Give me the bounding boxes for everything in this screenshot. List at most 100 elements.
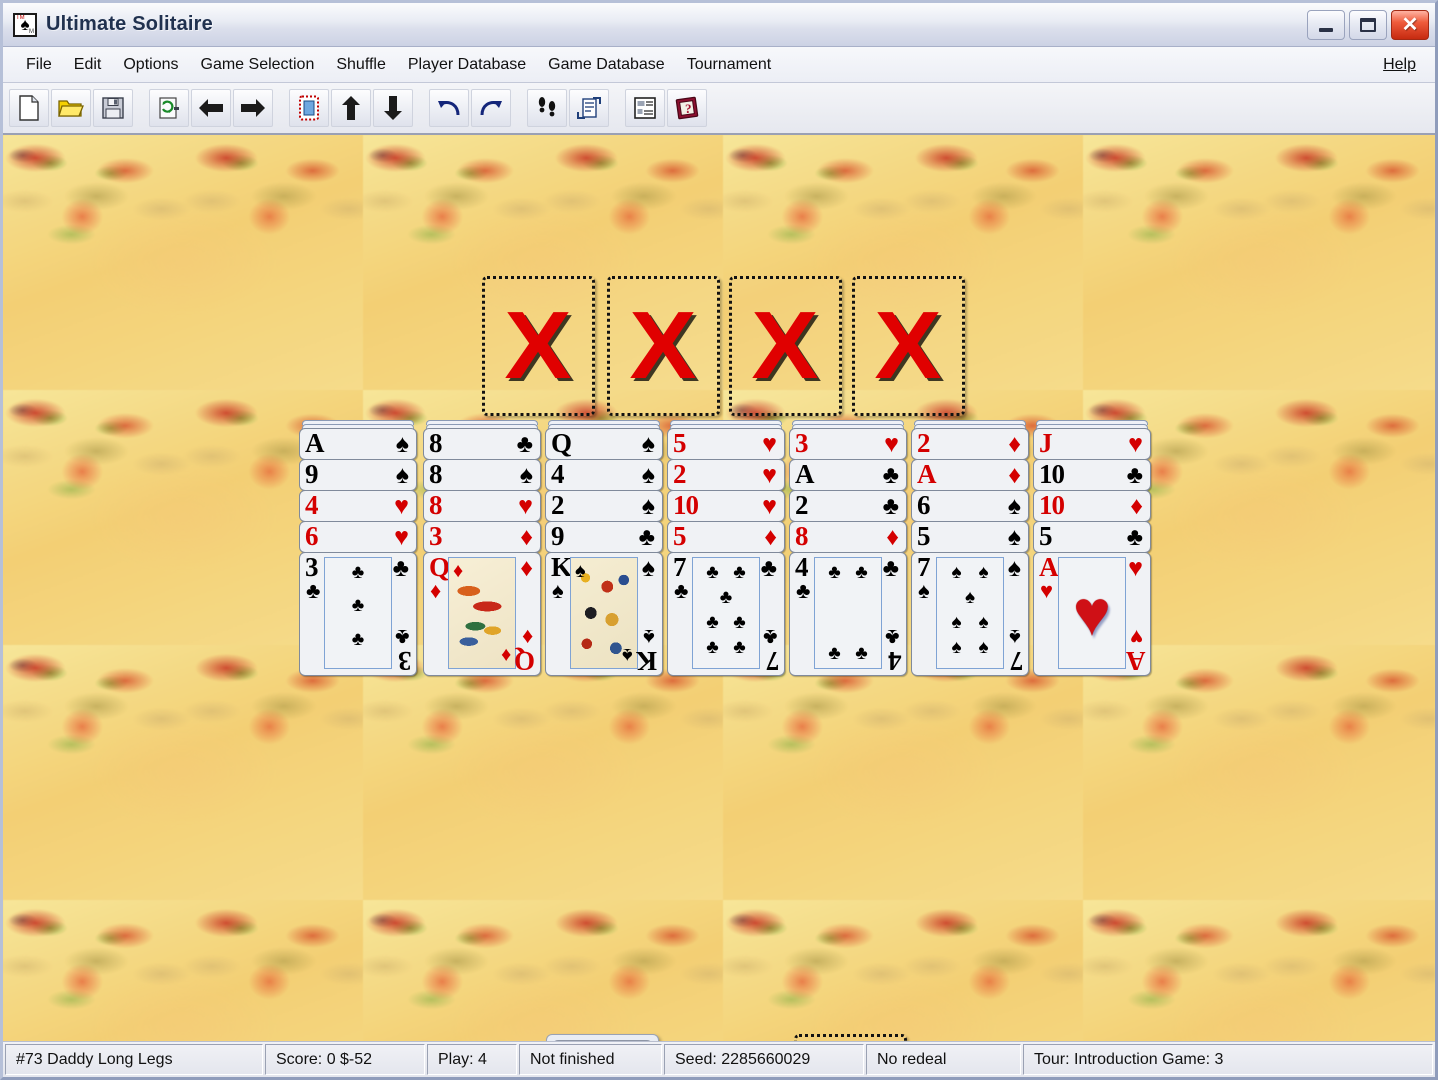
tableau-card[interactable]: 10 ♦ (1033, 490, 1151, 522)
stock-pile[interactable] (546, 1034, 659, 1041)
hint-button[interactable] (527, 89, 567, 127)
tableau-card[interactable]: A ♦ (911, 459, 1029, 491)
statistics-button[interactable] (625, 89, 665, 127)
tableau-card[interactable]: Q ♠ (545, 428, 663, 460)
tableau-card[interactable]: 2 ♠ (545, 490, 663, 522)
redo-button[interactable] (471, 89, 511, 127)
foundation-1[interactable]: X (482, 276, 595, 416)
x-marker-icon: X (629, 292, 698, 399)
card-rank: 10 (1039, 459, 1065, 489)
card-pip: ♣ (706, 562, 719, 583)
tableau-column-1[interactable]: A ♠ 9 ♠ 4 ♥ 6 ♥ 3 ♣ ♣ ♣ ♣ ♣ ♣ 3 (299, 420, 417, 676)
tableau-card-top[interactable]: 3 ♣ ♣ ♣ ♣ ♣ ♣ 3 (299, 552, 417, 676)
foundation-3[interactable]: X (729, 276, 842, 416)
save-game-button[interactable] (93, 89, 133, 127)
tableau-card[interactable]: A ♠ (299, 428, 417, 460)
menu-item-options[interactable]: Options (112, 52, 189, 78)
toolbar-separator (513, 89, 525, 127)
tableau-card[interactable]: 8 ♥ (423, 490, 541, 522)
tableau-card[interactable]: 2 ♣ (789, 490, 907, 522)
maximize-button[interactable] (1349, 9, 1387, 40)
tableau-card[interactable]: 5 ♦ (667, 521, 785, 553)
card-suit: ♥ (518, 492, 533, 520)
card-suit: ♦ (520, 523, 533, 551)
tableau-card[interactable]: 5 ♥ (667, 428, 785, 460)
tableau-card[interactable]: 9 ♠ (299, 459, 417, 491)
tableau-card-top[interactable]: 4 ♣ ♣ ♣ ♣ ♣ ♣ ♣ 4 (789, 552, 907, 676)
card-suit: ♣ (1126, 523, 1143, 551)
tableau-card[interactable]: 10 ♣ (1033, 459, 1151, 491)
card-rank: Q (551, 428, 572, 458)
tableau-column-7[interactable]: J ♥ 10 ♣ 10 ♦ 5 ♣ A ♥ ♥ ♥ ♥ A (1033, 420, 1151, 676)
tableau-card[interactable]: 8 ♣ (423, 428, 541, 460)
tableau-card[interactable]: 9 ♣ (545, 521, 663, 553)
undo-button[interactable] (429, 89, 469, 127)
tableau-card-top[interactable]: K ♠ ♠ ♠ ♠ ♠ K (545, 552, 663, 676)
card-pip: ♠ (951, 637, 962, 658)
previous-game-button[interactable] (191, 89, 231, 127)
tableau-column-3[interactable]: Q ♠ 4 ♠ 2 ♠ 9 ♣ K ♠ ♠ ♠ ♠ ♠ K (545, 420, 663, 676)
tableau-column-6[interactable]: 2 ♦ A ♦ 6 ♠ 5 ♠ 7 ♠ ♠ ♠ ♠ ♠ ♠ ♠ ♠ ♠ ♠ 7 (911, 420, 1029, 676)
resize-window-button[interactable] (569, 89, 609, 127)
menu-item-tournament[interactable]: Tournament (676, 52, 783, 78)
tableau-card[interactable]: 2 ♥ (667, 459, 785, 491)
next-game-button[interactable] (233, 89, 273, 127)
application-window: TM ♠ M Ultimate Solitaire ✕ File Edit Op… (0, 0, 1438, 1080)
tableau-card[interactable]: 2 ♦ (911, 428, 1029, 460)
card-pip: ♣ (719, 587, 733, 608)
foundation-4[interactable]: X (852, 276, 965, 416)
open-game-button[interactable] (51, 89, 91, 127)
tableau-card[interactable]: 6 ♠ (911, 490, 1029, 522)
game-table[interactable]: X X X X A ♠ 9 ♠ 4 ♥ 6 ♥ 3 ♣ ♣ ♣ ♣ ♣ ♣ 3 … (3, 135, 1435, 1041)
tableau-card[interactable]: 4 ♥ (299, 490, 417, 522)
foundation-2[interactable]: X (607, 276, 720, 416)
menu-item-help[interactable]: Help (1372, 52, 1427, 78)
tableau-card[interactable]: 10 ♥ (667, 490, 785, 522)
tableau-card[interactable]: 3 ♦ (423, 521, 541, 553)
card-pip: ♣ (351, 628, 365, 650)
tableau-column-5[interactable]: 3 ♥ A ♣ 2 ♣ 8 ♦ 4 ♣ ♣ ♣ ♣ ♣ ♣ ♣ 4 (789, 420, 907, 676)
tableau-card[interactable]: J ♥ (1033, 428, 1151, 460)
tableau-card[interactable]: 4 ♠ (545, 459, 663, 491)
tableau-column-4[interactable]: 5 ♥ 2 ♥ 10 ♥ 5 ♦ 7 ♣ ♣ ♣ ♣ ♣ ♣ ♣ ♣ ♣ ♣ 7 (667, 420, 785, 676)
card-pip: ♣ (855, 643, 868, 664)
restart-deal-button[interactable] (149, 89, 189, 127)
card-rank: 3 (795, 428, 808, 458)
tableau-card[interactable]: 5 ♣ (1033, 521, 1151, 553)
card-suit-bottom: ♣ (762, 625, 777, 650)
menu-item-player-database[interactable]: Player Database (397, 52, 537, 78)
tableau-card-top[interactable]: Q ♦ ♦ ♦ ♦ ♦ Q (423, 552, 541, 676)
tableau-card-top[interactable]: A ♥ ♥ ♥ ♥ A (1033, 552, 1151, 676)
card-rank: 2 (673, 459, 686, 489)
stock-card-back (546, 1034, 659, 1041)
minimize-button[interactable] (1307, 9, 1345, 40)
menu-item-shuffle[interactable]: Shuffle (325, 52, 397, 78)
menu-item-file[interactable]: File (15, 52, 63, 78)
card-rank: 5 (673, 428, 686, 458)
card-rank: J (1039, 428, 1052, 458)
card-rank: 6 (305, 521, 318, 551)
menu-item-game-database[interactable]: Game Database (537, 52, 676, 78)
tableau-card[interactable]: A ♣ (789, 459, 907, 491)
tableau-column-2[interactable]: 8 ♣ 8 ♠ 8 ♥ 3 ♦ Q ♦ ♦ ♦ ♦ ♦ Q (423, 420, 541, 676)
tableau-card[interactable]: 8 ♠ (423, 459, 541, 491)
menu-item-game-selection[interactable]: Game Selection (190, 52, 326, 78)
close-button[interactable]: ✕ (1391, 9, 1429, 40)
move-up-button[interactable] (331, 89, 371, 127)
move-down-button[interactable] (373, 89, 413, 127)
menu-item-edit[interactable]: Edit (63, 52, 113, 78)
x-marker-icon: X (751, 292, 820, 399)
tableau-card-top[interactable]: 7 ♠ ♠ ♠ ♠ ♠ ♠ ♠ ♠ ♠ ♠ 7 (911, 552, 1029, 676)
tableau-card[interactable]: 5 ♠ (911, 521, 1029, 553)
help-book-button[interactable]: ? (667, 89, 707, 127)
tableau-card[interactable]: 6 ♥ (299, 521, 417, 553)
tableau-card[interactable]: 8 ♦ (789, 521, 907, 553)
select-game-button[interactable] (289, 89, 329, 127)
tableau-card[interactable]: 3 ♥ (789, 428, 907, 460)
tableau-card-top[interactable]: 7 ♣ ♣ ♣ ♣ ♣ ♣ ♣ ♣ ♣ ♣ 7 (667, 552, 785, 676)
new-game-button[interactable] (9, 89, 49, 127)
card-suit-bottom: ♣ (884, 625, 899, 650)
waste-pile[interactable]: X (794, 1034, 907, 1041)
x-marker-icon: X (504, 292, 573, 399)
up-arrow-icon (342, 96, 360, 120)
